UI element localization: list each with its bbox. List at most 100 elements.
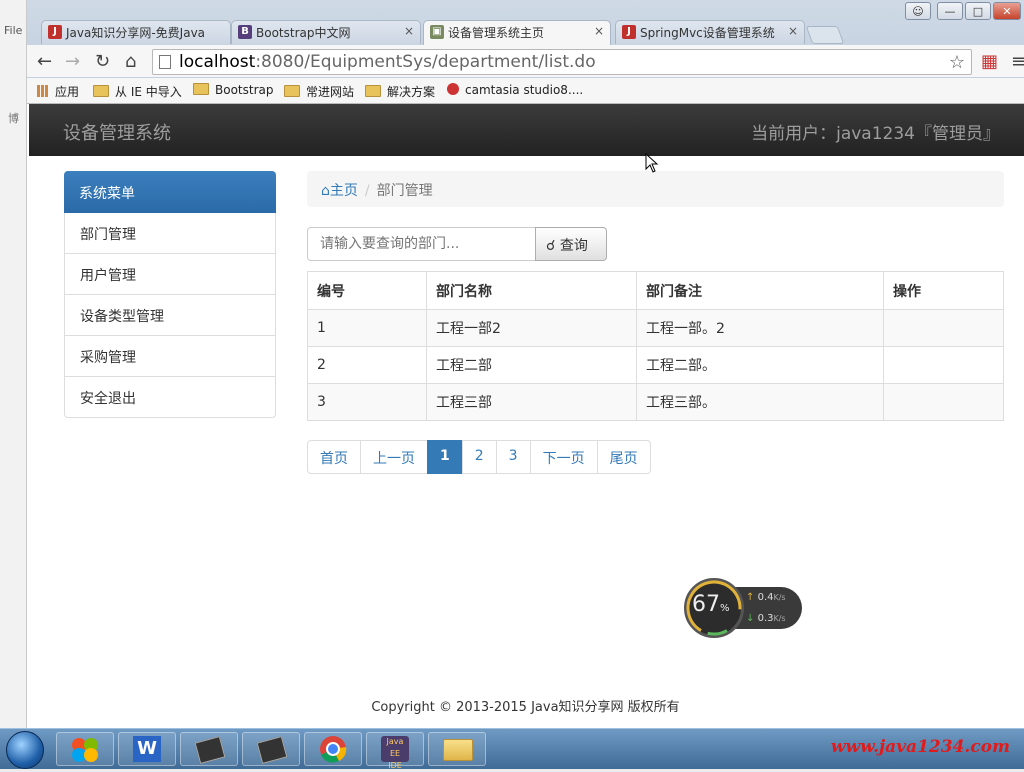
sidebar-item-department[interactable]: 部门管理 <box>64 213 276 254</box>
breadcrumb-current: 部门管理 <box>376 183 433 199</box>
table-row: 2 工程二部 工程二部。 <box>307 346 1004 384</box>
sidebar-item-equipment-types[interactable]: 设备类型管理 <box>64 295 276 336</box>
sidebar-item-users[interactable]: 用户管理 <box>64 254 276 295</box>
bookmark-item[interactable]: 常进网站 <box>284 83 354 100</box>
close-window-button[interactable]: ✕ <box>993 2 1021 20</box>
camtasia-icon <box>447 83 459 95</box>
favicon-icon: J <box>622 25 636 39</box>
java-ee-ide-icon: Java EE IDE <box>381 736 409 770</box>
bookmark-item[interactable]: 从 IE 中导入 <box>93 83 182 100</box>
folder-icon <box>284 85 300 97</box>
search-button[interactable]: ☌ 查询 <box>535 227 607 261</box>
cell-remark: 工程一部。2 <box>636 309 884 347</box>
browser-tab[interactable]: J SpringMvc设备管理系统 × <box>615 20 805 44</box>
menu-icon[interactable]: ≡ <box>1011 51 1024 72</box>
page-link-3[interactable]: 3 <box>495 440 531 474</box>
department-table: 编号 部门名称 部门备注 操作 1 工程一部2 工程一部。2 2 工程二部 工程… <box>307 271 1004 421</box>
current-user: 当前用户：java1234『管理员』 <box>751 124 1000 144</box>
breadcrumb-home[interactable]: ⌂主页 <box>321 183 358 199</box>
bookmark-apps[interactable]: 应用 <box>37 83 79 100</box>
upload-arrow-icon: ↑ <box>746 592 755 603</box>
sidebar-item-purchase[interactable]: 采购管理 <box>64 336 276 377</box>
cell-actions <box>883 383 1004 421</box>
tab-title: Bootstrap中文网 <box>256 26 351 40</box>
top-navbar: 设备管理系统 当前用户：java1234『管理员』 <box>29 104 1024 156</box>
watermark-text: www.java1234.com <box>830 737 1010 757</box>
taskbar-wps-writer[interactable]: W <box>118 732 176 766</box>
brand-title[interactable]: 设备管理系统 <box>63 119 171 145</box>
close-tab-icon[interactable]: × <box>788 24 798 38</box>
search-icon: ☌ <box>546 238 556 254</box>
taskbar-explorer[interactable] <box>428 732 486 766</box>
favicon-icon: ▣ <box>430 25 444 39</box>
address-bar[interactable]: localhost:8080/EquipmentSys/department/l… <box>152 49 972 75</box>
back-icon[interactable]: ← <box>37 51 52 72</box>
pagination: 首页 上一页 1 2 3 下一页 尾页 <box>307 440 651 474</box>
bookmark-item[interactable]: camtasia studio8.... <box>447 83 583 97</box>
url-host: localhost <box>179 52 256 72</box>
page-link-1[interactable]: 1 <box>427 440 463 474</box>
folder-icon <box>193 83 209 95</box>
column-header-actions: 操作 <box>883 271 1004 310</box>
forward-icon[interactable]: → <box>65 51 80 72</box>
cell-id: 2 <box>307 346 427 384</box>
page-last-link[interactable]: 尾页 <box>596 440 651 474</box>
browser-tab[interactable]: J Java知识分享网-免费Java <box>41 20 231 44</box>
window-user-icon[interactable]: ☺ <box>905 2 931 20</box>
home-icon[interactable]: ⌂ <box>125 51 136 72</box>
breadcrumb: ⌂主页 / 部门管理 <box>307 171 1004 207</box>
department-search-input[interactable] <box>307 227 536 261</box>
download-arrow-icon: ↓ <box>746 613 755 624</box>
close-tab-icon[interactable]: × <box>404 24 414 38</box>
upload-speed: ↑ 0.4K/s <box>746 592 786 603</box>
background-window-label: File <box>4 24 23 37</box>
bookmark-star-icon[interactable]: ☆ <box>949 52 965 73</box>
bookmark-item[interactable]: Bootstrap <box>193 83 273 97</box>
page-first-link[interactable]: 首页 <box>307 440 361 474</box>
mouse-cursor-icon <box>645 153 659 173</box>
taskbar-app-3[interactable] <box>180 732 238 766</box>
taskbar-app-4[interactable] <box>242 732 300 766</box>
tab-title: SpringMvc设备管理系统 <box>640 26 775 40</box>
cell-name: 工程二部 <box>426 346 637 384</box>
cell-actions <box>883 309 1004 347</box>
cell-actions <box>883 346 1004 384</box>
sidebar-item-logout[interactable]: 安全退出 <box>64 377 276 418</box>
table-row: 3 工程三部 工程三部。 <box>307 383 1004 421</box>
close-tab-icon[interactable]: × <box>594 24 604 38</box>
reload-icon[interactable]: ↻ <box>95 51 110 72</box>
network-speed-widget[interactable]: 67% ↑ 0.4K/s ↓ 0.3K/s <box>684 578 802 638</box>
cell-remark: 工程二部。 <box>636 346 884 384</box>
column-header-remark: 部门备注 <box>636 271 884 310</box>
taskbar-pinwheel-app[interactable] <box>56 732 114 766</box>
page-prev-link[interactable]: 上一页 <box>360 440 428 474</box>
maximize-button[interactable]: □ <box>965 2 991 20</box>
windows-taskbar: W Java EE IDE www.java1234.com <box>0 728 1024 770</box>
url-path: :8080/EquipmentSys/department/list.do <box>255 52 596 72</box>
background-window: File 博 <box>0 0 27 728</box>
background-window-char: 博 <box>8 112 19 125</box>
start-button[interactable] <box>6 731 44 769</box>
page-link-2[interactable]: 2 <box>461 440 497 474</box>
taskbar-javaee-ide[interactable]: Java EE IDE <box>366 732 424 770</box>
extension-icon[interactable]: ▦ <box>981 51 998 72</box>
bookmark-item[interactable]: 解决方案 <box>365 83 435 100</box>
minimize-button[interactable]: — <box>937 2 963 20</box>
home-icon: ⌂ <box>321 183 330 199</box>
cell-name: 工程一部2 <box>426 309 637 347</box>
sidebar-header: 系统菜单 <box>64 171 276 213</box>
apps-grid-icon <box>37 85 49 97</box>
folder-icon <box>365 85 381 97</box>
favicon-icon: B <box>238 25 252 39</box>
cpu-percent: 67% <box>692 592 730 617</box>
folder-icon <box>93 85 109 97</box>
browser-tab[interactable]: B Bootstrap中文网 × <box>231 20 421 44</box>
browser-tab-active[interactable]: ▣ 设备管理系统主页 × <box>423 20 611 45</box>
footer-copyright: Copyright © 2013-2015 Java知识分享网 版权所有 <box>371 700 680 715</box>
app-chip-icon <box>194 736 226 764</box>
page-next-link[interactable]: 下一页 <box>529 440 598 474</box>
new-tab-button[interactable] <box>805 26 845 44</box>
table-row: 1 工程一部2 工程一部。2 <box>307 309 1004 347</box>
cell-id: 1 <box>307 309 427 347</box>
taskbar-chrome[interactable] <box>304 732 362 766</box>
